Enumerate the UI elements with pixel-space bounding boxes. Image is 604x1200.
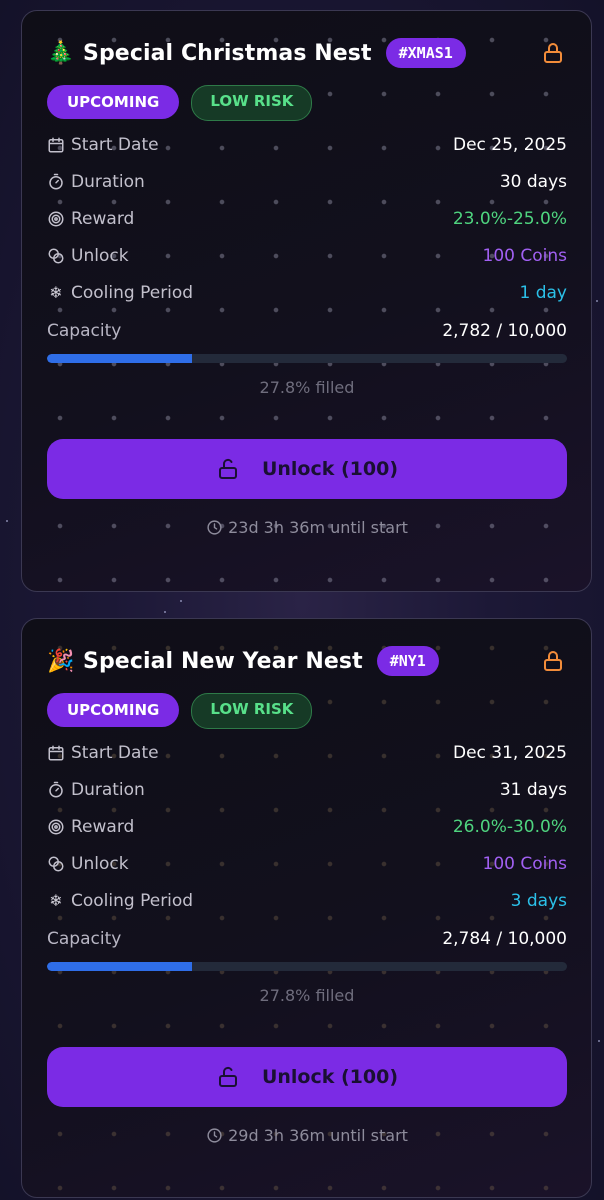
unlock-button[interactable]: Unlock (100) — [47, 1047, 567, 1107]
start-date-label: Start Date — [71, 742, 159, 763]
unlock-value: 100 Coins — [482, 245, 567, 266]
tree-icon: 🎄 — [47, 40, 75, 66]
duration-label: Duration — [71, 779, 145, 800]
capacity-progress-fill — [47, 354, 192, 363]
calendar-icon — [48, 137, 64, 152]
unlock-icon — [218, 458, 237, 479]
start-date-value: Dec 25, 2025 — [452, 134, 567, 155]
unlock-row: Unlock 100 Coins — [47, 237, 567, 274]
capacity-row: Capacity 2,782 / 10,000 — [47, 318, 567, 344]
details-list: Start Date Dec 25, 2025 Duration 30 days… — [47, 126, 567, 311]
lock-icon — [544, 651, 562, 671]
unlock-value: 100 Coins — [482, 853, 567, 874]
nest-tag: #NY1 — [376, 646, 439, 676]
status-badge: UPCOMING — [47, 693, 180, 727]
star-decoration — [596, 300, 598, 302]
cooling-label: Cooling Period — [71, 890, 194, 911]
filled-percent: 27.8% filled — [259, 986, 355, 1005]
snowflake-icon: ❄ — [49, 891, 63, 910]
reward-value: 23.0%-25.0% — [452, 208, 567, 229]
coins-icon — [48, 248, 64, 263]
cooling-row: ❄ Cooling Period 3 days — [47, 882, 567, 919]
status-badge: UPCOMING — [47, 85, 180, 119]
capacity-progress-bar — [47, 962, 567, 971]
reward-label: Reward — [71, 208, 135, 229]
badge-row: UPCOMING LOW RISK — [47, 693, 567, 729]
nest-card-new-year: 🎉 Special New Year Nest #NY1 UPCOMING LO… — [21, 618, 592, 1198]
cooling-value: 1 day — [519, 282, 568, 303]
unlock-button-label: Unlock (100) — [261, 458, 399, 480]
start-date-row: Start Date Dec 25, 2025 — [47, 126, 567, 163]
calendar-icon — [48, 745, 64, 760]
capacity-value: 2,784 / 10,000 — [442, 929, 567, 949]
start-date-value: Dec 31, 2025 — [452, 742, 567, 763]
risk-badge: LOW RISK — [191, 693, 313, 729]
unlock-icon — [218, 1066, 237, 1087]
risk-badge: LOW RISK — [191, 85, 313, 121]
unlock-button-label: Unlock (100) — [261, 1066, 399, 1088]
countdown-text: 29d 3h 36m until start — [228, 1126, 408, 1145]
clock-icon — [207, 1128, 222, 1143]
duration-row: Duration 30 days — [47, 163, 567, 200]
details-list: Start Date Dec 31, 2025 Duration 31 days… — [47, 734, 567, 919]
capacity-progress-fill — [47, 962, 192, 971]
duration-row: Duration 31 days — [47, 771, 567, 808]
reward-row: Reward 26.0%-30.0% — [47, 808, 567, 845]
card-header: 🎉 Special New Year Nest #NY1 — [47, 638, 567, 684]
star-decoration — [164, 611, 166, 613]
target-icon — [48, 819, 64, 834]
reward-row: Reward 23.0%-25.0% — [47, 200, 567, 237]
card-header: 🎄 Special Christmas Nest #XMAS1 — [47, 30, 567, 76]
unlock-label: Unlock — [71, 853, 129, 874]
start-date-row: Start Date Dec 31, 2025 — [47, 734, 567, 771]
unlock-row: Unlock 100 Coins — [47, 845, 567, 882]
unlock-button[interactable]: Unlock (100) — [47, 439, 567, 499]
badge-row: UPCOMING LOW RISK — [47, 85, 567, 121]
filled-percent: 27.8% filled — [259, 378, 355, 397]
duration-value: 31 days — [499, 779, 567, 800]
countdown: 29d 3h 36m until start — [47, 1126, 567, 1145]
card-title: Special New Year Nest — [83, 648, 363, 674]
unlock-label: Unlock — [71, 245, 129, 266]
nest-card-christmas: 🎄 Special Christmas Nest #XMAS1 UPCOMING… — [21, 10, 592, 592]
timer-icon — [49, 173, 63, 189]
lock-icon — [544, 43, 562, 63]
start-date-label: Start Date — [71, 134, 159, 155]
reward-value: 26.0%-30.0% — [452, 816, 567, 837]
cooling-row: ❄ Cooling Period 1 day — [47, 274, 567, 311]
cooling-label: Cooling Period — [71, 282, 194, 303]
clock-icon — [207, 520, 222, 535]
nest-tag: #XMAS1 — [385, 38, 466, 68]
capacity-label: Capacity — [47, 929, 122, 949]
cooling-value: 3 days — [510, 890, 567, 911]
duration-value: 30 days — [499, 171, 567, 192]
reward-label: Reward — [71, 816, 135, 837]
page: 🎄 Special Christmas Nest #XMAS1 UPCOMING… — [0, 0, 604, 1200]
capacity-label: Capacity — [47, 321, 122, 341]
star-decoration — [598, 1040, 600, 1042]
star-decoration — [6, 520, 8, 522]
capacity-progress-bar — [47, 354, 567, 363]
timer-icon — [49, 781, 63, 797]
capacity-value: 2,782 / 10,000 — [442, 321, 567, 341]
snowflake-icon: ❄ — [49, 283, 63, 302]
coins-icon — [48, 856, 64, 871]
star-decoration — [180, 600, 182, 602]
target-icon — [48, 211, 64, 226]
duration-label: Duration — [71, 171, 145, 192]
card-title: Special Christmas Nest — [83, 40, 372, 66]
party-popper-icon: 🎉 — [47, 648, 75, 674]
countdown: 23d 3h 36m until start — [47, 518, 567, 537]
countdown-text: 23d 3h 36m until start — [228, 518, 408, 537]
capacity-row: Capacity 2,784 / 10,000 — [47, 926, 567, 952]
